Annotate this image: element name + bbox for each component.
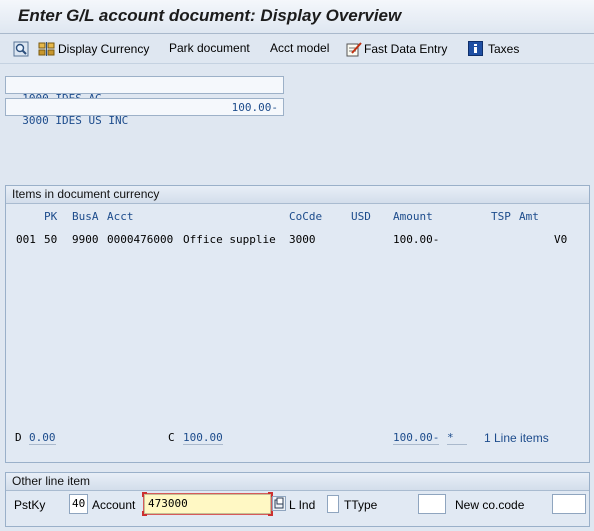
focus-corner [142,492,147,497]
title-bar: Enter G/L account document: Display Over… [0,0,594,34]
items-group: Items in document currency PK BusA Acct … [5,185,590,463]
currency-icon [38,42,55,56]
row-line-number: 001 [16,233,36,246]
col-tsp[interactable]: TSP [491,210,511,223]
new-company-code-input[interactable] [552,494,586,514]
info-icon [468,41,483,56]
taxes-button[interactable]: Taxes [468,41,519,56]
fast-data-entry-label: Fast Data Entry [364,42,448,56]
row-pk: 50 [44,233,58,246]
search-button[interactable] [13,41,31,57]
posting-key-input[interactable]: 40 [69,494,88,514]
company-field: 1000 IDES AG [5,76,284,105]
fast-entry-icon [346,42,362,57]
ttype-label: TType [344,498,378,512]
col-busa[interactable]: BusA [72,210,99,223]
pstky-label: PstKy [14,498,46,512]
company-code-text: 3000 IDES US INC [22,114,129,127]
display-currency-label: Display Currency [58,42,150,56]
credit-total: 100.00 [183,431,223,445]
debit-total: 0.00 [29,431,56,445]
balance-flag: * [447,431,467,445]
account-label: Account [92,498,136,512]
row-amount: 100.00- [393,233,440,246]
company-code-amount: 100.00- [231,101,278,114]
company-code-field: 3000 IDES US INC 100.00- [5,98,284,127]
row-cocde: 3000 [289,233,316,246]
col-usd[interactable]: USD [351,210,371,223]
credit-label: C [168,431,175,444]
col-amt[interactable]: Amt [519,210,539,223]
park-document-button[interactable]: Park document [169,41,250,55]
focus-corner [142,511,147,516]
col-acct[interactable]: Acct [107,210,134,223]
l-ind-label: L Ind [289,498,316,512]
acct-model-button[interactable]: Acct model [270,41,329,55]
acct-model-label: Acct model [270,41,330,55]
col-amount[interactable]: Amount [393,210,433,223]
line-items-count: 1 Line items [484,431,549,445]
special-gl-ind-input[interactable] [327,495,339,513]
application-toolbar: Display Currency Park document Acct mode… [0,34,594,64]
value-help-button[interactable] [272,496,286,511]
row-description: Office supplie [183,233,276,246]
col-pk[interactable]: PK [44,210,57,223]
other-line-item-title: Other line item [6,473,589,491]
transaction-type-input[interactable] [418,494,446,514]
balance-total: 100.00- [393,431,440,445]
park-document-label: Park document [169,41,250,55]
new-cocode-label: New co.code [455,498,525,512]
account-value: 473000 [148,497,188,510]
row-tax-code: V0 [554,233,568,246]
row-busa: 9900 [72,233,99,246]
search-icon [13,41,29,57]
items-group-title: Items in document currency [6,186,589,204]
account-input[interactable]: 473000 [143,493,272,515]
row-acct: 0000476000 [107,233,174,246]
posting-key-value: 40 [72,497,86,510]
page-title: Enter G/L account document: Display Over… [18,6,402,25]
value-help-icon [274,497,284,509]
fast-data-entry-button[interactable]: Fast Data Entry [346,41,447,57]
debit-label: D [15,431,22,444]
display-currency-button[interactable]: Display Currency [38,41,149,57]
taxes-label: Taxes [488,41,520,56]
other-line-item-group: Other line item PstKy 40 Account 473000 … [5,472,590,527]
col-cocde[interactable]: CoCde [289,210,322,223]
